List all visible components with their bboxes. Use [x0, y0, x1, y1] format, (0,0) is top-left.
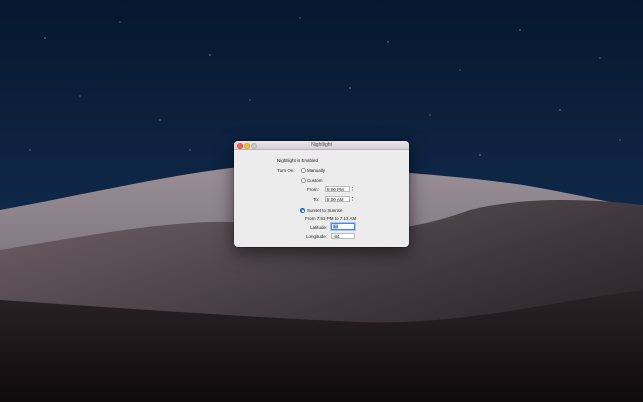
latitude-label: Latitude: — [310, 225, 328, 230]
manually-label: Manually — [307, 168, 326, 173]
manually-radio[interactable] — [301, 168, 306, 173]
custom-label: Custom — [307, 178, 323, 183]
sunset-to-sunrise-radio[interactable] — [300, 208, 305, 213]
turn-on-label: Turn On: — [277, 168, 295, 173]
to-time-stepper[interactable]: ▲ ▼ — [351, 196, 354, 202]
from-time-field[interactable]: 8:00 PM — [325, 186, 350, 192]
chevron-down-icon[interactable]: ▼ — [351, 199, 354, 202]
nightlight-window: Nightlight Nightlight is Enabled Turn On… — [234, 141, 409, 247]
window-title: Nightlight — [311, 142, 332, 148]
status-text: Nightlight is Enabled — [277, 158, 319, 163]
longitude-label: Longitude: — [306, 234, 328, 239]
chevron-down-icon[interactable]: ▼ — [351, 189, 354, 192]
latitude-value: 34 — [333, 224, 339, 229]
from-time-stepper[interactable]: ▲ ▼ — [351, 186, 354, 192]
to-time-field[interactable]: 8:00 AM — [325, 196, 350, 202]
from-label: From: — [307, 187, 319, 192]
latitude-field[interactable]: 34 — [331, 223, 355, 230]
title-bar[interactable]: Nightlight — [234, 141, 409, 150]
to-label: To: — [313, 197, 320, 202]
sunset-summary: From 7:53 PM to 7:13 AM — [305, 216, 357, 221]
custom-radio[interactable] — [301, 178, 306, 183]
longitude-field[interactable]: -84 — [331, 233, 355, 239]
sunset-to-sunrise-label: Sunset to Sunrise — [307, 208, 343, 213]
